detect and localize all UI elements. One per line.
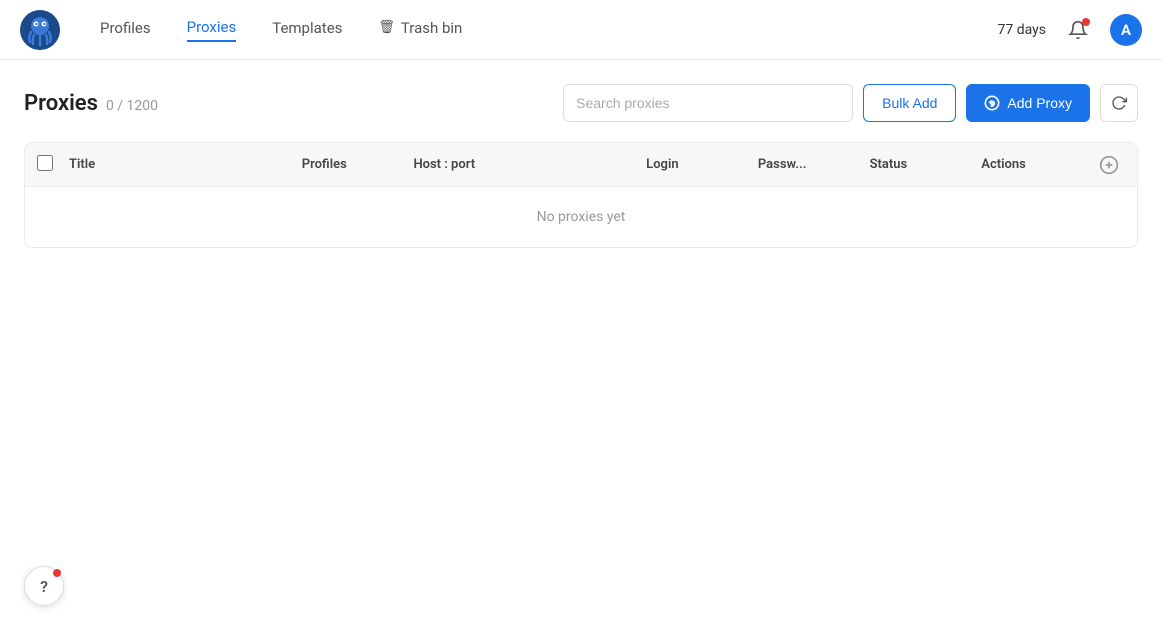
main-content: Proxies 0 / 1200 Bulk Add Add Proxy (0, 60, 1162, 248)
col-header-login: Login (646, 157, 758, 172)
search-input[interactable] (563, 84, 853, 122)
col-header-host: Host : port (413, 157, 646, 172)
user-avatar[interactable]: A (1110, 14, 1142, 46)
nav-item-templates[interactable]: Templates (272, 19, 342, 41)
proxies-table: Title Profiles Host : port Login Passw..… (24, 142, 1138, 248)
col-header-profiles: Profiles (302, 157, 414, 172)
logo-icon (20, 10, 60, 50)
add-proxy-button[interactable]: Add Proxy (966, 84, 1090, 122)
main-nav: Profiles Proxies Templates 🗑 Trash bin (100, 18, 998, 42)
days-counter: 77 days (998, 22, 1046, 38)
trash-icon: 🗑 (378, 20, 395, 35)
table-header-row: Title Profiles Host : port Login Passw..… (25, 143, 1137, 187)
logo[interactable] (20, 10, 60, 50)
proxies-header: Proxies 0 / 1200 Bulk Add Add Proxy (24, 84, 1138, 122)
header-right: 77 days A (998, 14, 1142, 46)
refresh-button[interactable] (1100, 84, 1138, 122)
nav-item-profiles[interactable]: Profiles (100, 19, 151, 41)
add-proxy-icon (984, 95, 1000, 111)
col-header-add[interactable] (1093, 155, 1125, 175)
search-wrap (563, 84, 853, 122)
page-title: Proxies (24, 91, 98, 116)
col-header-status: Status (870, 157, 982, 172)
help-button[interactable]: ? (24, 566, 64, 606)
help-icon: ? (40, 577, 48, 596)
help-dot (53, 569, 61, 577)
proxies-count: 0 / 1200 (106, 98, 158, 114)
bulk-add-button[interactable]: Bulk Add (863, 84, 956, 122)
app-header: Profiles Proxies Templates 🗑 Trash bin 7… (0, 0, 1162, 60)
nav-item-proxies[interactable]: Proxies (187, 18, 237, 42)
col-header-title: Title (69, 157, 302, 172)
refresh-icon (1111, 95, 1127, 111)
proxies-controls: Bulk Add Add Proxy (563, 84, 1138, 122)
nav-item-trash[interactable]: 🗑 Trash bin (378, 19, 462, 41)
select-all-checkbox-col[interactable] (37, 155, 69, 175)
notification-button[interactable] (1062, 14, 1094, 46)
empty-state: No proxies yet (25, 187, 1137, 247)
col-header-password: Passw... (758, 157, 870, 172)
col-header-actions: Actions (981, 157, 1093, 172)
proxies-title-group: Proxies 0 / 1200 (24, 91, 563, 116)
add-column-icon (1099, 155, 1119, 175)
notification-dot (1082, 18, 1090, 26)
select-all-checkbox[interactable] (37, 155, 53, 171)
